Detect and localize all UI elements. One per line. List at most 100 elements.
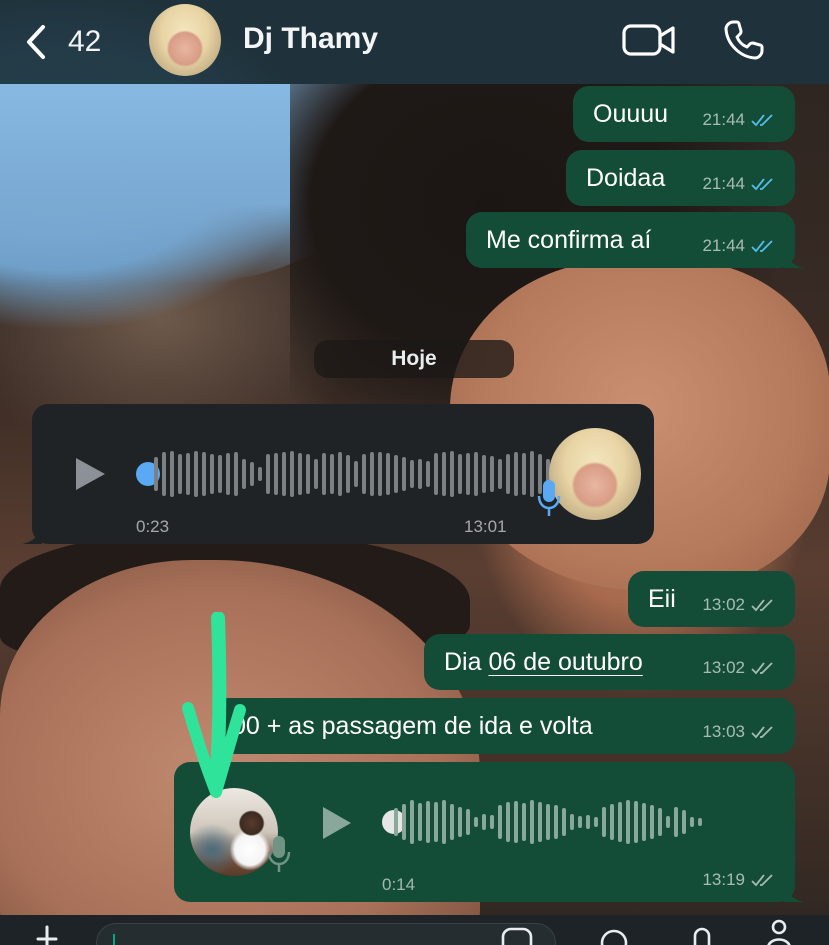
waveform-bar (514, 452, 518, 496)
waveform-bar (642, 803, 646, 841)
contact-icon[interactable] (764, 917, 794, 945)
voice-message[interactable]: 0:14 13:19 (174, 762, 804, 902)
waveform-bar (466, 809, 470, 835)
message-text: Doidaa (586, 164, 666, 192)
voice-duration: 0:23 (136, 517, 170, 536)
voice-call-icon[interactable] (722, 18, 766, 62)
waveform-bar (314, 459, 318, 489)
waveform-bar (522, 803, 526, 841)
play-icon[interactable] (320, 804, 354, 842)
waveform-bar (450, 451, 454, 497)
message-text: 00 + as passagem de ida e volta (232, 712, 593, 740)
sticker-icon[interactable] (500, 921, 534, 945)
voice-message[interactable]: 0:23 13:01 (22, 404, 654, 544)
waveform-bar (290, 451, 294, 497)
compose-bar (0, 915, 829, 945)
back-button[interactable]: 42 (24, 22, 114, 62)
message-text: Me confirma aí (486, 226, 652, 254)
message-meta: 21:44 (702, 174, 775, 194)
waveform-bar (466, 453, 470, 495)
voice-waveform[interactable] (154, 444, 558, 504)
waveform-bar (530, 451, 534, 497)
play-icon[interactable] (72, 454, 108, 494)
waveform-bar (202, 452, 206, 496)
video-call-icon[interactable] (622, 20, 676, 60)
waveform-bar (634, 801, 638, 843)
waveform-bar (234, 452, 238, 496)
message-bubble[interactable]: Ouuuu 21:44 (573, 86, 795, 142)
microphone-icon (537, 480, 561, 516)
waveform-bar (370, 452, 374, 496)
voice-waveform[interactable] (394, 792, 702, 852)
date-link[interactable]: 06 de outubro (488, 648, 642, 676)
waveform-bar (490, 815, 494, 829)
message-bubble[interactable]: Me confirma aí 21:44 (466, 212, 804, 268)
waveform-bar (394, 455, 398, 493)
waveform-bar (626, 800, 630, 844)
message-meta: 13:02 (702, 658, 775, 678)
waveform-bar (330, 454, 334, 494)
waveform-bar (546, 804, 550, 840)
waveform-bar (554, 805, 558, 839)
plus-icon[interactable] (34, 921, 60, 945)
waveform-bar (226, 453, 230, 495)
waveform-bar (682, 810, 686, 834)
microphone-record-icon[interactable] (688, 921, 716, 945)
delivered-ticks-icon (751, 726, 773, 739)
waveform-bar (594, 817, 598, 827)
sender-avatar (549, 428, 641, 520)
waveform-bar (186, 453, 190, 495)
camera-icon[interactable] (596, 921, 632, 945)
waveform-bar (562, 808, 566, 836)
message-bubble[interactable]: Doidaa 21:44 (566, 150, 795, 206)
delivered-ticks-icon (751, 874, 773, 887)
message-time: 21:44 (702, 110, 745, 129)
waveform-bar (170, 451, 174, 497)
message-text-prefix: Dia (444, 648, 489, 676)
waveform-bar (194, 451, 198, 497)
message-bubble[interactable]: Dia 06 de outubro 13:02 (424, 634, 795, 690)
waveform-bar (506, 454, 510, 494)
microphone-icon (267, 836, 291, 872)
message-meta: 21:44 (702, 110, 775, 130)
waveform-bar (362, 454, 366, 494)
back-chevron-icon (27, 25, 45, 59)
contact-avatar[interactable] (149, 4, 221, 76)
waveform-bar (530, 800, 534, 844)
waveform-bar (458, 454, 462, 494)
message-time: 21:44 (702, 236, 745, 255)
unread-count: 42 (68, 25, 102, 58)
waveform-bar (386, 453, 390, 495)
waveform-bar (650, 805, 654, 839)
waveform-bar (426, 461, 430, 487)
waveform-bar (498, 805, 502, 839)
message-time: 13:01 (464, 517, 507, 536)
waveform-bar (282, 452, 286, 496)
contact-name[interactable]: Dj Thamy (243, 22, 378, 56)
message-input[interactable] (96, 923, 556, 945)
waveform-bar (442, 452, 446, 496)
waveform-bar (410, 800, 414, 844)
waveform-bar (258, 467, 262, 481)
waveform-bar (346, 455, 350, 493)
message-meta: 21:44 (702, 236, 775, 256)
message-time: 13:02 (702, 658, 745, 677)
message-bubble[interactable]: Eii 13:02 (628, 571, 795, 627)
waveform-bar (274, 453, 278, 495)
chat-header: 42 Dj Thamy (0, 0, 829, 84)
read-ticks-icon (751, 178, 773, 191)
waveform-bar (602, 807, 606, 837)
waveform-bar (618, 802, 622, 842)
message-meta: 13:19 (702, 870, 775, 890)
waveform-bar (698, 818, 702, 826)
waveform-bar (482, 455, 486, 493)
waveform-bar (658, 808, 662, 836)
waveform-bar (586, 815, 590, 829)
message-time: 13:02 (702, 595, 745, 614)
waveform-bar (378, 452, 382, 496)
message-bubble[interactable]: 00 + as passagem de ida e volta 13:03 (212, 698, 795, 754)
waveform-bar (482, 814, 486, 830)
waveform-bar (538, 802, 542, 842)
waveform-bar (298, 453, 302, 495)
delivered-ticks-icon (751, 662, 773, 675)
